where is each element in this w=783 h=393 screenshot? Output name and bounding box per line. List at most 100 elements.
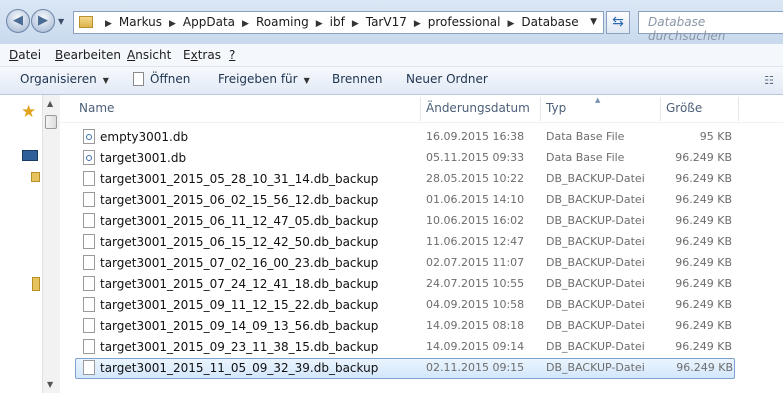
- breadcrumb-item[interactable]: AppData: [183, 15, 235, 29]
- file-date: 16.09.2015 16:38: [426, 130, 525, 143]
- file-date: 02.07.2015 11:07: [426, 256, 525, 269]
- file-row[interactable]: target3001.db 05.11.2015 09:33 Data Base F…: [60, 148, 783, 169]
- file-row[interactable]: target3001_2015_09_23_11_38_15.db_backup…: [60, 337, 783, 358]
- menu-datei[interactable]: Datei: [9, 48, 41, 62]
- column-divider[interactable]: [738, 97, 739, 121]
- folder-icon[interactable]: [32, 277, 40, 291]
- file-icon: [83, 297, 95, 312]
- file-row[interactable]: target3001_2015_06_15_12_42_50.db_backup…: [60, 232, 783, 253]
- file-icon: [83, 234, 95, 249]
- breadcrumb-path: ▶ Markus ▶ AppData ▶ Roaming ▶ ibf ▶ TarV17 ▶ profe…: [98, 15, 579, 29]
- column-header-name[interactable]: Name: [79, 101, 114, 115]
- column-header-type[interactable]: Typ: [546, 101, 566, 115]
- file-name: target3001_2015_09_11_12_15_22.db_backup: [100, 298, 379, 312]
- file-icon: [83, 213, 95, 228]
- scroll-up-icon[interactable]: ▲: [47, 99, 53, 108]
- document-icon: [133, 72, 144, 86]
- file-date: 05.11.2015 09:33: [426, 151, 525, 164]
- file-icon: [83, 276, 95, 291]
- file-type: DB_BACKUP-Datei: [546, 256, 645, 269]
- view-options-icon[interactable]: ☷: [764, 74, 774, 87]
- desktop-icon[interactable]: [22, 150, 38, 161]
- file-row[interactable]: target3001_2015_05_28_10_31_14.db_backup…: [60, 169, 783, 190]
- file-row[interactable]: target3001_2015_11_05_09_32_39.db_backup…: [75, 358, 735, 379]
- file-icon: [83, 171, 95, 186]
- file-row[interactable]: target3001_2015_07_02_16_00_23.db_backup…: [60, 253, 783, 274]
- column-header-size[interactable]: Größe: [666, 101, 702, 115]
- chevron-right-icon[interactable]: ▶: [414, 19, 421, 29]
- file-size: 96.249 KB: [675, 172, 732, 185]
- file-name: target3001_2015_06_02_15_56_12.db_backup: [100, 193, 379, 207]
- file-name: target3001_2015_07_24_12_41_18.db_backup: [100, 277, 379, 291]
- menu-help[interactable]: ?: [229, 48, 235, 62]
- chevron-right-icon[interactable]: ▶: [352, 19, 359, 29]
- column-divider[interactable]: [540, 97, 541, 121]
- file-date: 11.06.2015 12:47: [426, 235, 525, 248]
- column-header-row: Name Änderungsdatum ▲ Typ Größe: [60, 95, 783, 123]
- file-date: 14.09.2015 09:14: [426, 340, 525, 353]
- file-row[interactable]: target3001_2015_09_11_12_15_22.db_backup…: [60, 295, 783, 316]
- file-name: target3001_2015_09_14_09_13_56.db_backup: [100, 319, 379, 333]
- chevron-right-icon[interactable]: ▶: [507, 19, 514, 29]
- breadcrumb-item[interactable]: Roaming: [256, 15, 309, 29]
- file-size: 96.249 KB: [675, 277, 732, 290]
- chevron-right-icon[interactable]: ▶: [316, 19, 323, 29]
- column-divider[interactable]: [420, 97, 421, 121]
- nav-pane-scrollbar[interactable]: ▲ ▼: [42, 95, 61, 393]
- column-divider[interactable]: [660, 97, 661, 121]
- new-folder-button[interactable]: Neuer Ordner: [406, 72, 488, 86]
- scroll-down-icon[interactable]: ▼: [47, 380, 53, 389]
- breadcrumb-item[interactable]: Markus: [119, 15, 162, 29]
- command-bar: Organisieren ▼ Öffnen Freigeben für ▼ Bren…: [0, 67, 783, 95]
- recent-pages-dropdown[interactable]: ▼: [58, 17, 64, 26]
- open-button[interactable]: Öffnen: [133, 72, 190, 86]
- refresh-button[interactable]: ⇆: [606, 11, 630, 34]
- file-size: 96.249 KB: [675, 151, 732, 164]
- file-type: DB_BACKUP-Datei: [546, 298, 645, 311]
- share-label: Freigeben für: [218, 72, 298, 86]
- file-type: DB_BACKUP-Datei: [546, 340, 645, 353]
- file-name: target3001_2015_06_15_12_42_50.db_backup: [100, 235, 379, 249]
- file-name: target3001_2015_07_02_16_00_23.db_backup: [100, 256, 379, 270]
- file-name: target3001_2015_09_23_11_38_15.db_backup: [100, 340, 379, 354]
- file-row[interactable]: target3001_2015_06_11_12_47_05.db_backup…: [60, 211, 783, 232]
- file-size: 96.249 KB: [675, 340, 732, 353]
- forward-button[interactable]: ▶: [31, 9, 55, 33]
- breadcrumb-item-current[interactable]: Database: [521, 15, 578, 29]
- file-row[interactable]: empty3001.db 16.09.2015 16:38 Data Base Fi…: [60, 127, 783, 148]
- burn-button[interactable]: Brennen: [332, 72, 382, 86]
- breadcrumb-item[interactable]: professional: [428, 15, 501, 29]
- file-name: target3001_2015_06_11_12_47_05.db_backup: [100, 214, 379, 228]
- search-input[interactable]: Database durchsuchen: [638, 11, 783, 43]
- back-button[interactable]: ◀: [6, 9, 30, 33]
- menu-ansicht[interactable]: Ansicht: [127, 48, 171, 62]
- file-type: Data Base File: [546, 151, 625, 164]
- refresh-icon: ⇆: [612, 14, 624, 30]
- library-icon[interactable]: [31, 172, 40, 182]
- favorites-star-icon[interactable]: ★: [21, 102, 36, 122]
- file-icon: [83, 255, 95, 270]
- breadcrumb-item[interactable]: ibf: [330, 15, 345, 29]
- share-button[interactable]: Freigeben für ▼: [218, 72, 310, 86]
- chevron-right-icon[interactable]: ▶: [242, 19, 249, 29]
- breadcrumb-item[interactable]: TarV17: [366, 15, 407, 29]
- file-type: Data Base File: [546, 130, 625, 143]
- chevron-right-icon[interactable]: ▶: [169, 19, 176, 29]
- file-icon: [83, 339, 95, 354]
- chevron-right-icon[interactable]: ▶: [105, 19, 112, 29]
- file-row[interactable]: target3001_2015_09_14_09_13_56.db_backup…: [60, 316, 783, 337]
- organize-button[interactable]: Organisieren ▼: [20, 72, 109, 86]
- file-icon: [83, 192, 95, 207]
- file-type: DB_BACKUP-Datei: [546, 319, 645, 332]
- column-header-date[interactable]: Änderungsdatum: [426, 101, 530, 115]
- file-icon: [83, 318, 95, 333]
- file-row[interactable]: target3001_2015_07_24_12_41_18.db_backup…: [60, 274, 783, 295]
- file-date: 10.06.2015 16:02: [426, 214, 525, 227]
- address-dropdown-icon[interactable]: ▼: [590, 17, 597, 27]
- breadcrumb[interactable]: ▶ Markus ▶ AppData ▶ Roaming ▶ ibf ▶ TarV17 ▶ profe…: [73, 11, 604, 34]
- file-row[interactable]: target3001_2015_06_02_15_56_12.db_backup…: [60, 190, 783, 211]
- menu-extras[interactable]: Extras: [183, 48, 221, 62]
- menu-bearbeiten[interactable]: Bearbeiten: [55, 48, 121, 62]
- scrollbar-thumb[interactable]: [45, 115, 57, 129]
- back-arrow-icon: ◀: [13, 13, 23, 28]
